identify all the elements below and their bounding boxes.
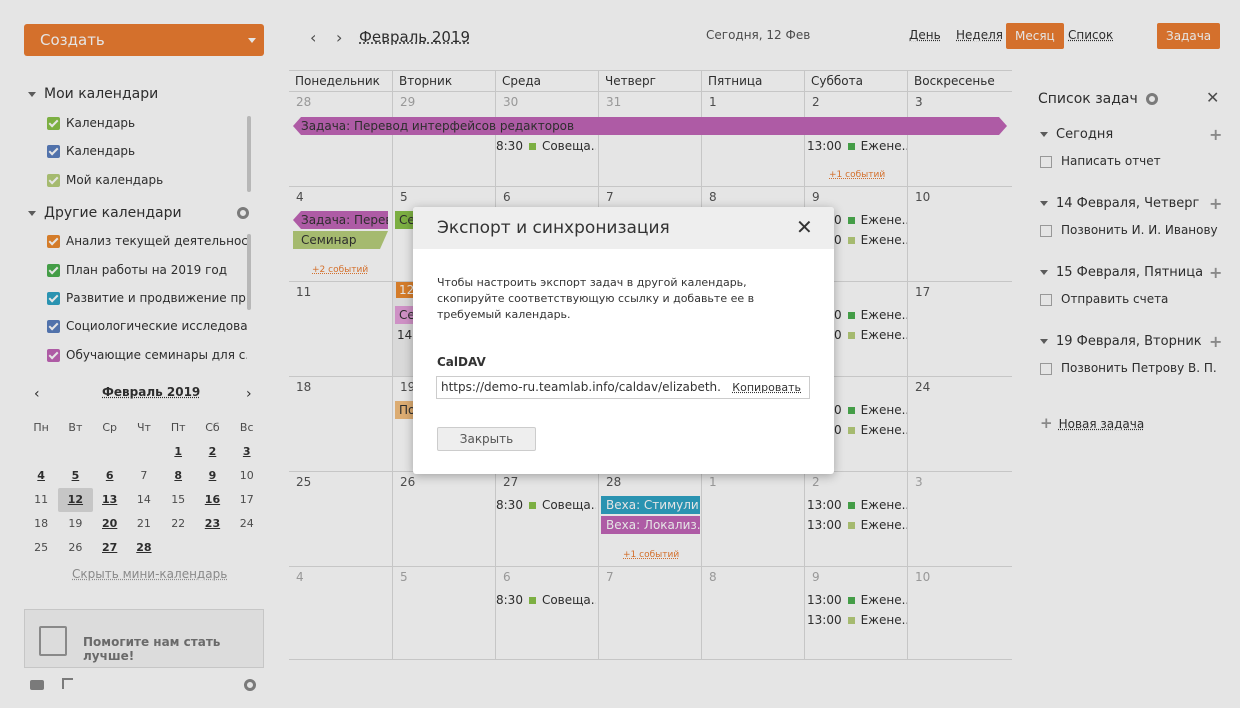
close-icon[interactable]: ✕ xyxy=(796,215,813,239)
close-button[interactable]: Закрыть xyxy=(437,427,536,451)
export-sync-dialog: Экспорт и синхронизация ✕ Чтобы настроит… xyxy=(413,207,834,474)
caldav-url-value: https://demo-ru.teamlab.info/caldav/eliz… xyxy=(441,380,721,394)
dialog-description: Чтобы настроить экспорт задач в другой к… xyxy=(437,276,755,321)
dialog-title: Экспорт и синхронизация xyxy=(437,218,670,238)
copy-link-button[interactable]: Копировать xyxy=(728,377,801,398)
dialog-header: Экспорт и синхронизация ✕ xyxy=(413,207,834,249)
caldav-url-field[interactable]: https://demo-ru.teamlab.info/caldav/eliz… xyxy=(436,376,810,399)
caldav-label: CalDAV xyxy=(437,355,486,369)
